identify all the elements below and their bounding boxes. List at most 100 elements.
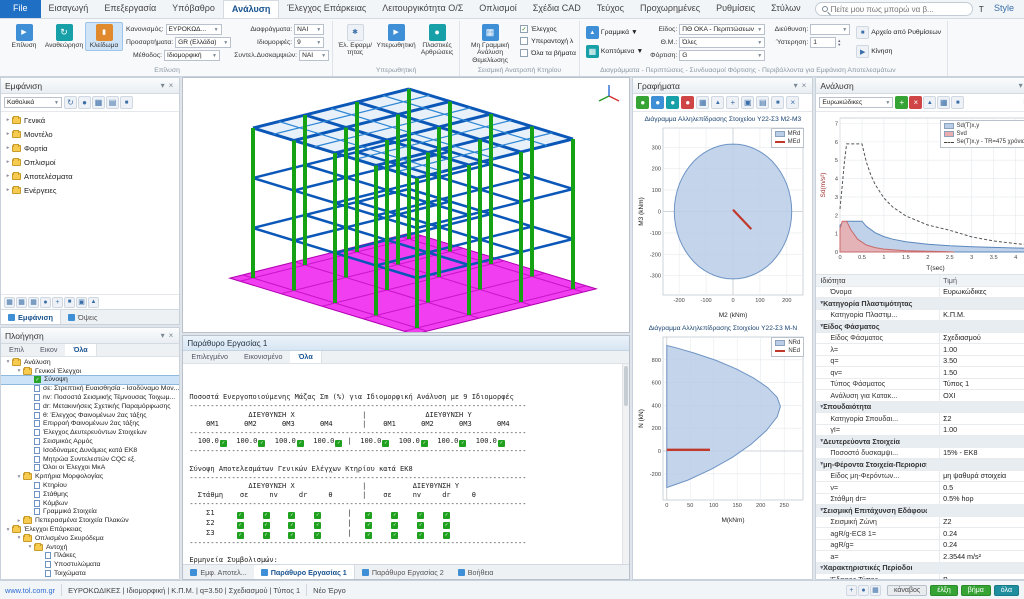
website-link[interactable]: www.tol.com.gr	[5, 586, 55, 595]
tree-item[interactable]: Δοκοί Ανωδομής	[1, 578, 179, 579]
tree-item[interactable]: Όλοι οι Έλεγχοι ΜκΑ	[1, 464, 179, 473]
tree-item[interactable]: Ισοδύναμες Δυνάμεις κατά ΕΚ8	[1, 446, 179, 455]
work-window-header[interactable]: Παράθυρο Εργασίας 1	[183, 336, 629, 351]
pin-icon[interactable]: ▾	[159, 81, 167, 90]
tree-item[interactable]: Κτηρίου	[1, 481, 179, 490]
ribbon-tab[interactable]: Ανάλυση	[223, 0, 279, 18]
ribbon-tab[interactable]: Έλεγχος Επάρκειας	[279, 0, 374, 18]
ribbon-tab[interactable]: Σχέδια CAD	[525, 0, 589, 18]
twisty-icon[interactable]: ▾	[15, 368, 23, 374]
property-row[interactable]: Είδος Φάσματος	[816, 321, 1024, 333]
property-row[interactable]: γI= 1.00	[816, 425, 1024, 437]
sphere-teal-icon[interactable]	[666, 96, 679, 109]
snap-toggle[interactable]: κάναβος	[887, 585, 927, 596]
close-icon[interactable]	[786, 96, 799, 109]
ribbon-select[interactable]: ΝΑΙ▼	[294, 24, 324, 35]
property-row[interactable]: Ιδιότητα Τιμή	[816, 275, 1024, 287]
table-icon[interactable]	[937, 96, 950, 109]
tree-item[interactable]: Σύνοψη	[1, 376, 179, 385]
property-row[interactable]: agR/g= 0.24	[816, 540, 1024, 552]
refresh-icon[interactable]	[64, 96, 77, 109]
ribbon-tab[interactable]: Επεξεργασία	[96, 0, 164, 18]
property-row[interactable]: Κατηγορία Σπουδαι... Σ2	[816, 413, 1024, 425]
tree-item[interactable]: dr: Μετακινήσεις Σχετικής Παραμόρφωσης	[1, 402, 179, 411]
property-row[interactable]: Κατηγορία Πλαστιμ... Κ.Π.Μ.	[816, 310, 1024, 322]
save-icon[interactable]	[771, 96, 784, 109]
property-row[interactable]: Δευτερεύοντα Στοιχεία	[816, 436, 1024, 448]
property-row[interactable]: ν= 0.5	[816, 482, 1024, 494]
twisty-icon[interactable]: ▸	[4, 159, 12, 165]
del-spectrum-icon[interactable]	[909, 96, 922, 109]
ribbon-tab[interactable]: Τεύχος	[589, 0, 632, 18]
snap-toggle[interactable]: όλα	[994, 585, 1019, 596]
property-row[interactable]: Κατηγορία Πλαστιμότητας	[816, 298, 1024, 310]
tree-item[interactable]: ▸ Γενικά	[1, 113, 179, 127]
property-row[interactable]: agR/g-EC8 1= 0.24	[816, 528, 1024, 540]
ribbon-tab[interactable]: Οπλισμοί	[471, 0, 524, 18]
twisty-icon[interactable]: ▾	[15, 535, 23, 541]
tree-item[interactable]: ▸ Οπλισμοί	[1, 155, 179, 169]
tree-item[interactable]: Μητρώα Συντελεστών CQC εξ.	[1, 455, 179, 464]
twisty-icon[interactable]: ▾	[15, 474, 23, 480]
render-icon[interactable]	[64, 297, 75, 308]
view-top-icon[interactable]	[4, 297, 15, 308]
tree-item[interactable]: ▸ Ενέργειες	[1, 183, 179, 197]
tree-item[interactable]: Στάθμης	[1, 490, 179, 499]
tree-item[interactable]: Κόμβων	[1, 499, 179, 508]
tree-item[interactable]: Σεισμικός Αρμός	[1, 437, 179, 446]
view-front-icon[interactable]	[16, 297, 27, 308]
tree-item[interactable]: ▾ Αντοχή	[1, 543, 179, 552]
tree-item[interactable]: ▾ Κριτήρια Μορφολογίας	[1, 472, 179, 481]
ribbon-select[interactable]: GR (Ελλάδα)▼	[175, 37, 231, 48]
axes-icon[interactable]	[726, 96, 739, 109]
labels-icon[interactable]	[88, 297, 99, 308]
panel-tab[interactable]: Όψεις	[61, 310, 105, 324]
snap-icon[interactable]	[858, 585, 869, 596]
panel-tab[interactable]: Εμφάνιση	[1, 310, 61, 324]
direction-select[interactable]: ▼	[810, 24, 850, 35]
tree-item[interactable]: Τοιχώματα	[1, 569, 179, 578]
solve-button[interactable]: Επίλυση	[5, 22, 43, 51]
twisty-icon[interactable]: ▸	[4, 131, 12, 137]
ribbon-tab[interactable]: Προχωρημένες	[632, 0, 708, 18]
copy-icon[interactable]	[741, 96, 754, 109]
tree-item[interactable]: Πλάκες	[1, 552, 179, 561]
view-iso-icon[interactable]	[40, 297, 51, 308]
tree-item[interactable]: ▾ Οπλισμένο Σκυρόδεμα	[1, 534, 179, 543]
pushover-button[interactable]: Έλ. Εφαρμ/τητας	[336, 22, 374, 59]
tree-item[interactable]: θ: Έλεγχος Φαινομένων 2ας τάξης	[1, 411, 179, 420]
ribbon-checkbox[interactable]: Υπεραντοχή λ	[520, 37, 576, 45]
sphere-green-icon[interactable]	[636, 96, 649, 109]
nav-tab[interactable]: Επιλ	[1, 344, 32, 356]
property-row[interactable]: Τύπος Φάσματος Τύπος 1	[816, 379, 1024, 391]
property-row[interactable]: Όνομα Ευρωκώδικες	[816, 287, 1024, 299]
property-row[interactable]: Είδος Φάσματος Σχεδιασμού	[816, 333, 1024, 345]
sphere-blue-icon[interactable]	[651, 96, 664, 109]
ribbon-select[interactable]: 9▼	[294, 37, 324, 48]
pushover-button[interactable]: Πλαστικές Αρθρώσεις	[418, 22, 456, 59]
tree-item[interactable]: ▸ Αποτελέσματα	[1, 169, 179, 183]
snap-toggle[interactable]: βήμα	[961, 585, 991, 596]
tree-item[interactable]: ▾ Έλεγχοι Επάρκειας	[1, 525, 179, 534]
twisty-icon[interactable]: ▸	[4, 173, 12, 179]
printer-icon[interactable]	[106, 96, 119, 109]
ribbon-button[interactable]: Αρχείο από Ρυθμίσεων	[853, 24, 944, 41]
image-icon[interactable]	[92, 96, 105, 109]
work-window-tab[interactable]: Επιλεγμένο	[183, 351, 236, 363]
bottom-tab[interactable]: Βοήθεια	[451, 565, 501, 579]
property-row[interactable]: μη-Φέροντα Στοιχεία-Περιορισμός Βλαβών	[816, 459, 1024, 471]
chart-icon[interactable]	[923, 96, 936, 109]
search-input[interactable]	[831, 5, 951, 14]
property-row[interactable]: qv= 1.50	[816, 367, 1024, 379]
nav-tab[interactable]: Όλα	[65, 344, 96, 356]
coords-icon[interactable]	[846, 585, 857, 596]
bottom-tab[interactable]: Παράθυρο Εργασίας 1	[254, 565, 355, 579]
property-row[interactable]: Σεισμική Ζώνη Ζ2	[816, 517, 1024, 529]
pushover-button[interactable]: Υπερωθητική	[377, 22, 415, 51]
twisty-icon[interactable]: ▸	[4, 187, 12, 193]
scrollbar[interactable]	[622, 364, 629, 564]
interaction-chart-mn[interactable]: 050100150200250-2000200400600800M(kNm)N …	[636, 332, 809, 526]
nav-tab[interactable]: Εικον	[32, 344, 66, 356]
close-icon[interactable]: ×	[167, 331, 176, 340]
interaction-chart-m2m3[interactable]: -200-1000100200-300-200-1000100200300M2 …	[636, 123, 809, 321]
